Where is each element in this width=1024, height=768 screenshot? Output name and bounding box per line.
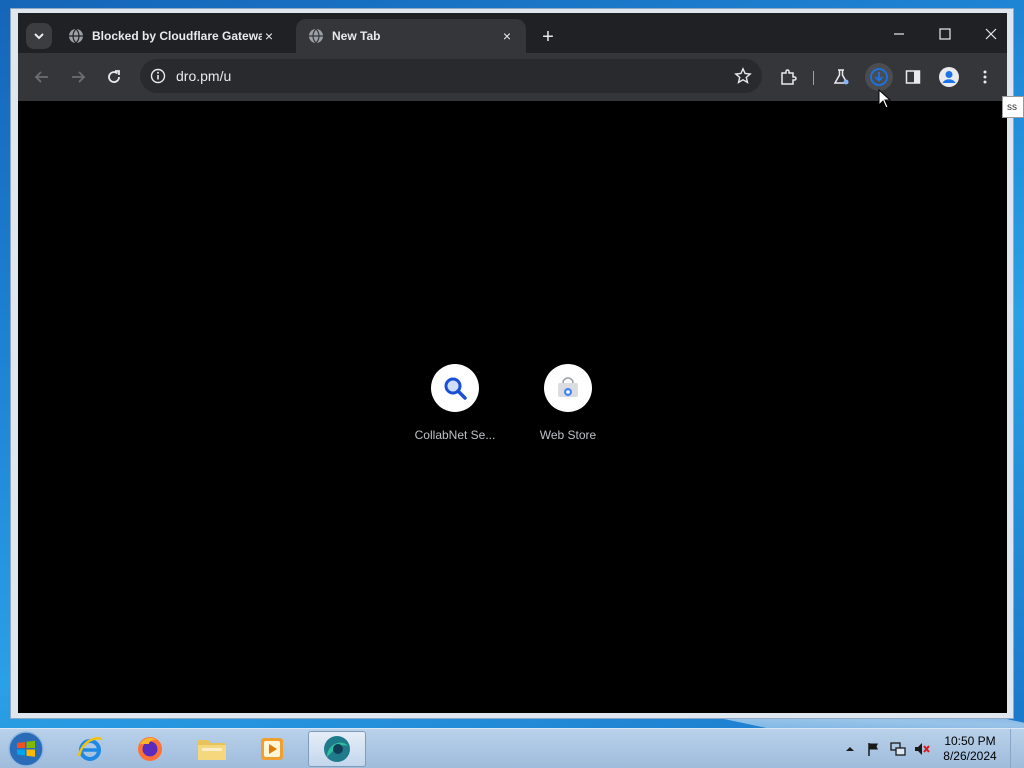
close-icon xyxy=(985,28,997,40)
action-center-flag-icon[interactable] xyxy=(866,741,882,757)
reload-button[interactable] xyxy=(102,65,126,89)
chromium-browser-icon xyxy=(324,736,350,762)
clock[interactable]: 10:50 PM 8/26/2024 xyxy=(934,734,1006,764)
download-button[interactable] xyxy=(865,63,893,91)
shortcut-icon-circle xyxy=(431,364,479,412)
new-tab-page: CollabNet Se... Web Store xyxy=(18,101,1007,713)
maximize-button[interactable] xyxy=(930,23,960,45)
internet-explorer-icon xyxy=(77,737,103,761)
side-panel-button[interactable] xyxy=(901,65,925,89)
flask-icon xyxy=(833,69,849,85)
tooltip: ss xyxy=(1002,96,1024,118)
mouse-cursor-icon xyxy=(878,89,892,109)
profile-button[interactable] xyxy=(937,65,961,89)
close-tab-icon[interactable]: × xyxy=(500,29,514,43)
taskbar-chromium-browser[interactable] xyxy=(308,731,366,767)
file-explorer-icon xyxy=(198,740,226,760)
tab-blocked[interactable]: Blocked by Cloudflare Gateway × xyxy=(56,19,288,53)
media-player-icon xyxy=(261,738,283,760)
chevron-down-icon xyxy=(34,33,44,40)
start-button[interactable] xyxy=(6,730,46,768)
back-button[interactable] xyxy=(30,65,54,89)
clock-time: 10:50 PM xyxy=(944,734,996,748)
avatar-icon xyxy=(939,67,959,87)
arrow-right-icon xyxy=(72,71,86,83)
toolbar: dro.pm/u xyxy=(18,53,1007,101)
shortcut-icon-circle xyxy=(544,364,592,412)
windows-logo-icon xyxy=(8,731,44,767)
tab-strip: Blocked by Cloudflare Gateway × New Tab … xyxy=(18,13,1007,53)
menu-button[interactable] xyxy=(973,65,997,89)
globe-icon xyxy=(309,28,323,44)
address-url[interactable]: dro.pm/u xyxy=(176,68,231,84)
new-tab-button[interactable]: + xyxy=(538,27,558,47)
minimize-button[interactable] xyxy=(884,23,914,45)
taskbar: 10:50 PM 8/26/2024 xyxy=(0,728,1024,768)
browser-frame: Blocked by Cloudflare Gateway × New Tab … xyxy=(18,13,1007,713)
search-icon xyxy=(444,377,467,400)
taskbar-file-explorer[interactable] xyxy=(183,731,241,767)
taskbar-internet-explorer[interactable] xyxy=(61,731,119,767)
tab-title: Blocked by Cloudflare Gateway xyxy=(92,29,262,43)
side-panel-icon xyxy=(905,70,921,84)
taskbar-firefox[interactable] xyxy=(121,731,179,767)
volume-muted-icon[interactable] xyxy=(914,741,930,757)
browser-window: Blocked by Cloudflare Gateway × New Tab … xyxy=(10,8,1014,719)
kebab-menu-icon xyxy=(983,70,987,84)
minimize-icon xyxy=(894,33,904,35)
maximize-icon xyxy=(939,28,951,40)
reload-icon xyxy=(108,70,120,83)
toolbar-divider xyxy=(813,71,814,85)
show-desktop-button[interactable] xyxy=(1010,729,1024,768)
puzzle-icon xyxy=(781,69,797,85)
system-tray: 10:50 PM 8/26/2024 xyxy=(838,729,1024,768)
download-circle-icon xyxy=(870,68,888,86)
firefox-icon xyxy=(138,737,162,761)
close-window-button[interactable] xyxy=(976,23,1006,45)
extensions-button[interactable] xyxy=(776,65,800,89)
shortcut-collabnet[interactable]: CollabNet Se... xyxy=(405,364,505,442)
star-icon[interactable] xyxy=(734,67,752,85)
shortcut-label: CollabNet Se... xyxy=(414,428,496,442)
close-tab-icon[interactable]: × xyxy=(262,29,276,43)
shortcut-web-store[interactable]: Web Store xyxy=(518,364,618,442)
tab-search-button[interactable] xyxy=(26,23,52,49)
globe-icon xyxy=(69,28,83,44)
tab-new-tab[interactable]: New Tab × xyxy=(296,19,526,53)
taskbar-media-player[interactable] xyxy=(243,731,301,767)
info-icon[interactable] xyxy=(150,68,166,84)
forward-button[interactable] xyxy=(66,65,90,89)
shortcut-label: Web Store xyxy=(539,428,597,442)
clock-date: 8/26/2024 xyxy=(943,749,997,763)
address-bar[interactable]: dro.pm/u xyxy=(140,59,762,93)
web-store-icon xyxy=(558,377,578,397)
tab-title: New Tab xyxy=(332,29,381,43)
labs-button[interactable] xyxy=(829,65,853,89)
arrow-left-icon xyxy=(34,71,48,83)
network-icon[interactable] xyxy=(890,741,906,757)
show-hidden-icons-icon[interactable] xyxy=(842,741,858,757)
